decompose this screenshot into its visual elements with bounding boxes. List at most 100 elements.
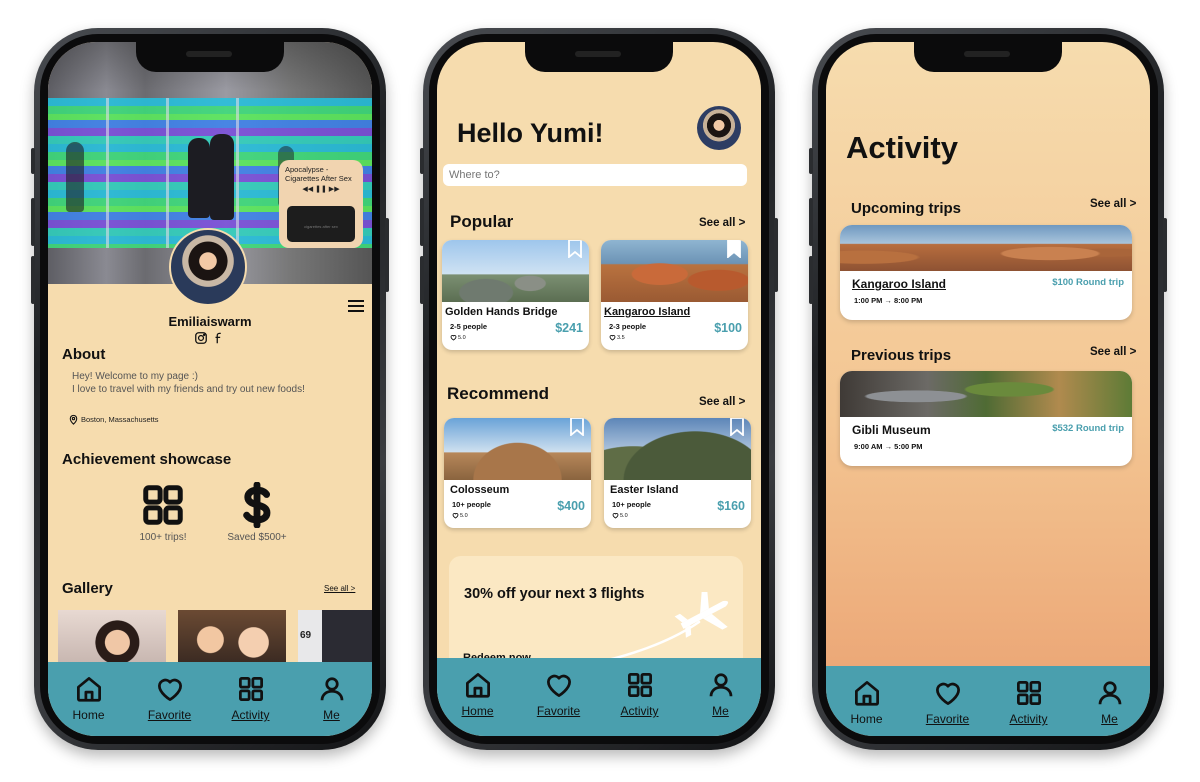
destination-price: $100 <box>714 321 742 335</box>
heart-icon <box>450 335 457 341</box>
notch <box>136 42 284 72</box>
nav-label: Favorite <box>147 708 192 722</box>
trip-time: 1:00 PM → 8:00 PM <box>854 296 923 305</box>
nav-me[interactable]: Me <box>685 670 757 718</box>
search-input[interactable] <box>443 164 747 186</box>
trip-card-upcoming[interactable]: Kangaroo Island 1:00 PM → 8:00 PM $100 R… <box>840 225 1132 320</box>
trip-time: 9:00 AM → 5:00 PM <box>854 442 923 451</box>
nav-favorite[interactable]: Favorite <box>912 678 984 726</box>
gallery-see-all-link[interactable]: See all > <box>324 584 355 593</box>
page-title: Activity <box>846 130 958 165</box>
destination-card[interactable]: Easter Island 10+ people 5.0 $160 <box>604 418 751 528</box>
upcoming-see-all-link[interactable]: See all > <box>1090 198 1136 210</box>
nav-label: Favorite <box>925 712 970 726</box>
destination-price: $241 <box>555 321 583 335</box>
location: Boston, Massachusetts <box>68 414 159 425</box>
destination-image <box>601 240 748 302</box>
destination-card[interactable]: Golden Hands Bridge 2-5 people 5.0 $241 <box>442 240 589 350</box>
bottom-nav: Home Favorite Activity Me <box>826 666 1150 736</box>
nav-favorite[interactable]: Favorite <box>134 674 206 722</box>
dollar-icon <box>243 482 271 528</box>
bookmark-icon[interactable] <box>727 240 741 258</box>
music-track-title: Apocalypse - Cigarettes After Sex <box>285 165 352 183</box>
bookmark-icon[interactable] <box>570 418 584 436</box>
user-icon <box>1098 681 1121 705</box>
rating-value: 5.0 <box>620 512 628 519</box>
destination-name: Kangaroo Island <box>604 306 691 318</box>
heart-icon <box>609 335 616 341</box>
popular-see-all-link[interactable]: See all > <box>699 217 745 229</box>
location-text: Boston, Massachusetts <box>81 415 159 424</box>
nav-activity[interactable]: Activity <box>604 670 676 718</box>
instagram-icon[interactable] <box>194 331 208 345</box>
destination-people: 2-5 people <box>450 322 488 331</box>
phone-home: Hello Yumi! Popular See all > Golden Han… <box>420 28 778 750</box>
gallery-photo[interactable] <box>178 610 286 664</box>
destination-image <box>442 240 589 302</box>
nav-label: Home <box>850 712 883 726</box>
destination-price: $400 <box>557 499 585 513</box>
about-line-2: I love to travel with my friends and try… <box>72 383 305 395</box>
music-controls[interactable]: ◀◀ ❚❚ ▶▶ <box>285 185 357 194</box>
achievement-saved: Saved $500+ <box>212 482 302 543</box>
profile-avatar[interactable] <box>169 228 247 306</box>
destination-name: Golden Hands Bridge <box>445 306 558 318</box>
achievement-heading: Achievement showcase <box>62 451 232 468</box>
rating-value: 3.5 <box>617 334 625 341</box>
grid-icon <box>1016 681 1041 705</box>
bookmark-icon[interactable] <box>568 240 582 258</box>
trip-image <box>840 371 1132 417</box>
achievement-label: Saved $500+ <box>227 532 287 543</box>
heart-icon <box>612 513 619 519</box>
nav-favorite[interactable]: Favorite <box>523 670 595 718</box>
about-heading: About <box>62 346 106 363</box>
destination-image <box>604 418 751 480</box>
destination-rating: 5.0 <box>612 512 628 519</box>
destination-card[interactable]: Colosseum 10+ people 5.0 $400 <box>444 418 591 528</box>
nav-label: Home <box>72 708 105 722</box>
previous-see-all-link[interactable]: See all > <box>1090 346 1136 358</box>
nav-home[interactable]: Home <box>442 670 514 718</box>
home-screen: Hello Yumi! Popular See all > Golden Han… <box>437 42 761 736</box>
gallery-photo[interactable]: 69 <box>298 610 372 664</box>
bottom-nav: Home Favorite Activity Me <box>48 662 372 736</box>
destination-rating: 5.0 <box>450 334 466 341</box>
nav-activity[interactable]: Activity <box>993 678 1065 726</box>
bookmark-icon[interactable] <box>730 418 744 436</box>
nav-label: Home <box>461 704 494 718</box>
rating-value: 5.0 <box>460 512 468 519</box>
destination-people: 10+ people <box>452 500 491 509</box>
home-icon <box>465 673 490 698</box>
activity-screen: Activity Upcoming trips See all > Kangar… <box>826 42 1150 736</box>
nav-activity[interactable]: Activity <box>215 674 287 722</box>
recommend-see-all-link[interactable]: See all > <box>699 396 745 408</box>
heart-icon <box>546 674 571 697</box>
trip-card-previous[interactable]: Gibli Museum 9:00 AM → 5:00 PM $532 Roun… <box>840 371 1132 466</box>
trip-name: Kangaroo Island <box>852 277 947 291</box>
user-icon <box>320 677 343 701</box>
destination-card[interactable]: Kangaroo Island 2-3 people 3.5 $100 <box>601 240 748 350</box>
profile-screen: Apocalypse - Cigarettes After Sex ◀◀ ❚❚ … <box>48 42 372 736</box>
notch <box>525 42 673 72</box>
profile-avatar[interactable] <box>697 106 741 150</box>
music-player-widget[interactable]: Apocalypse - Cigarettes After Sex ◀◀ ❚❚ … <box>279 160 363 248</box>
hamburger-menu-icon[interactable] <box>348 300 364 314</box>
gallery-photo[interactable] <box>58 610 166 664</box>
nav-label: Activity <box>231 708 270 722</box>
greeting-title: Hello Yumi! <box>457 118 604 148</box>
gallery-heading: Gallery <box>62 580 113 597</box>
nav-home[interactable]: Home <box>53 674 125 722</box>
nav-me[interactable]: Me <box>1074 678 1146 726</box>
nav-label: Favorite <box>536 704 581 718</box>
nav-home[interactable]: Home <box>831 678 903 726</box>
nav-label: Activity <box>620 704 659 718</box>
facebook-icon[interactable] <box>212 331 226 345</box>
upcoming-heading: Upcoming trips <box>851 200 962 217</box>
grid-icon <box>627 673 652 697</box>
heart-icon <box>452 513 459 519</box>
phone-profile: Apocalypse - Cigarettes After Sex ◀◀ ❚❚ … <box>31 28 389 750</box>
destination-rating: 5.0 <box>452 512 468 519</box>
destination-image <box>444 418 591 480</box>
heart-icon <box>935 682 960 705</box>
nav-me[interactable]: Me <box>296 674 368 722</box>
